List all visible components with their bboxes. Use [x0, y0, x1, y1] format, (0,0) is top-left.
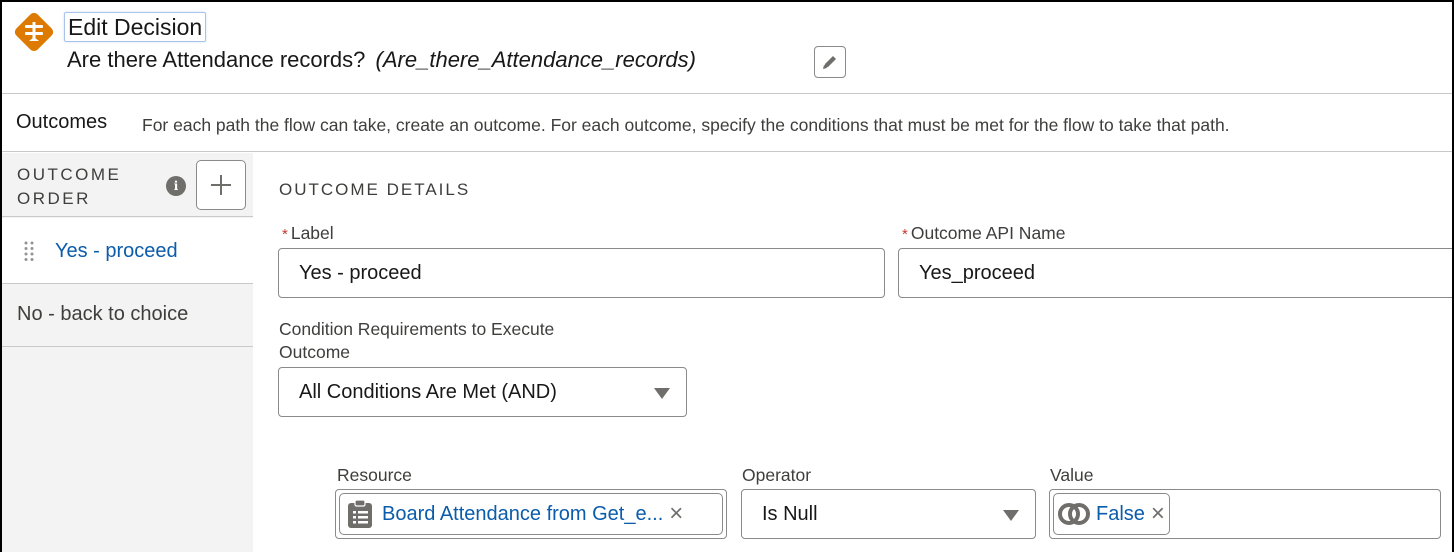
- drag-handle-icon[interactable]: [23, 240, 35, 262]
- outcome-item-label: No - back to choice: [17, 303, 189, 325]
- condition-requirements-label-line1: Condition Requirements to Execute: [279, 319, 555, 339]
- outcome-order-header: OUTCOME ORDER i: [2, 153, 253, 217]
- record-collection-icon: [348, 499, 372, 528]
- chevron-down-icon: [654, 388, 670, 399]
- outcome-item-yes-proceed[interactable]: Yes - proceed: [2, 218, 253, 284]
- modal-header: Edit Decision Are there Attendance recor…: [2, 2, 1452, 94]
- outcome-order-label-line1: OUTCOME: [17, 165, 122, 184]
- value-label: Value: [1050, 465, 1094, 485]
- outcome-item-no-back-to-choice[interactable]: No - back to choice: [2, 285, 253, 347]
- outcomes-bar: Outcomes For each path the flow can take…: [2, 95, 1452, 152]
- api-name-field-label: * Outcome API Name: [902, 222, 1066, 246]
- outcome-order-label-line2: ORDER: [17, 189, 91, 208]
- value-pill[interactable]: False ×: [1053, 493, 1170, 535]
- resource-pill[interactable]: Board Attendance from Get_e... ×: [339, 493, 723, 535]
- condition-requirements-label: Condition Requirements to Execute Outcom…: [279, 318, 554, 364]
- value-input[interactable]: False ×: [1049, 489, 1441, 539]
- operator-select[interactable]: Is Null: [741, 489, 1036, 539]
- info-icon[interactable]: i: [166, 176, 186, 196]
- label-field-label-text: Label: [290, 223, 334, 243]
- element-api-name: (Are_there_Attendance_records): [375, 47, 696, 72]
- condition-requirements-value: All Conditions Are Met (AND): [299, 381, 557, 403]
- required-mark: *: [282, 226, 288, 243]
- condition-requirements-select[interactable]: All Conditions Are Met (AND): [278, 367, 687, 417]
- plus-icon: [211, 175, 231, 195]
- element-label: Are there Attendance records?: [67, 47, 366, 72]
- resource-input[interactable]: Board Attendance from Get_e... ×: [335, 489, 727, 539]
- chevron-down-icon: [1003, 510, 1019, 521]
- decision-icon: [14, 12, 54, 52]
- required-mark: *: [902, 226, 908, 243]
- label-field-label: * Label: [282, 222, 334, 246]
- outcome-details-title: OUTCOME DETAILS: [279, 180, 471, 199]
- outcomes-title: Outcomes: [16, 111, 108, 133]
- remove-value-icon[interactable]: ×: [1151, 502, 1165, 526]
- label-input[interactable]: Yes - proceed: [278, 248, 885, 298]
- edit-label-button[interactable]: [814, 46, 846, 78]
- operator-value: Is Null: [762, 503, 818, 525]
- modal-title: Edit Decision: [64, 12, 207, 42]
- resource-value: Board Attendance from Get_e...: [382, 503, 664, 525]
- add-outcome-button[interactable]: [196, 160, 246, 210]
- operator-label: Operator: [742, 465, 812, 485]
- element-name: Are there Attendance records? (Are_there…: [67, 46, 696, 74]
- outcome-item-label: Yes - proceed: [55, 240, 178, 262]
- api-name-field-label-text: Outcome API Name: [910, 223, 1066, 243]
- outcome-order-label: OUTCOME ORDER: [17, 163, 121, 211]
- outcome-order-sidebar: OUTCOME ORDER i Yes - proceed No - back …: [2, 153, 253, 552]
- edit-decision-modal: Edit Decision Are there Attendance recor…: [2, 2, 1452, 552]
- boolean-icon: [1058, 503, 1090, 525]
- pencil-icon: [823, 56, 836, 69]
- outcomes-description: For each path the flow can take, create …: [142, 115, 1230, 135]
- value-value: False: [1096, 503, 1145, 525]
- condition-requirements-label-line2: Outcome: [279, 342, 350, 362]
- remove-resource-icon[interactable]: ×: [669, 502, 683, 526]
- api-name-input[interactable]: Yes_proceed: [898, 248, 1452, 298]
- resource-label: Resource: [337, 465, 412, 485]
